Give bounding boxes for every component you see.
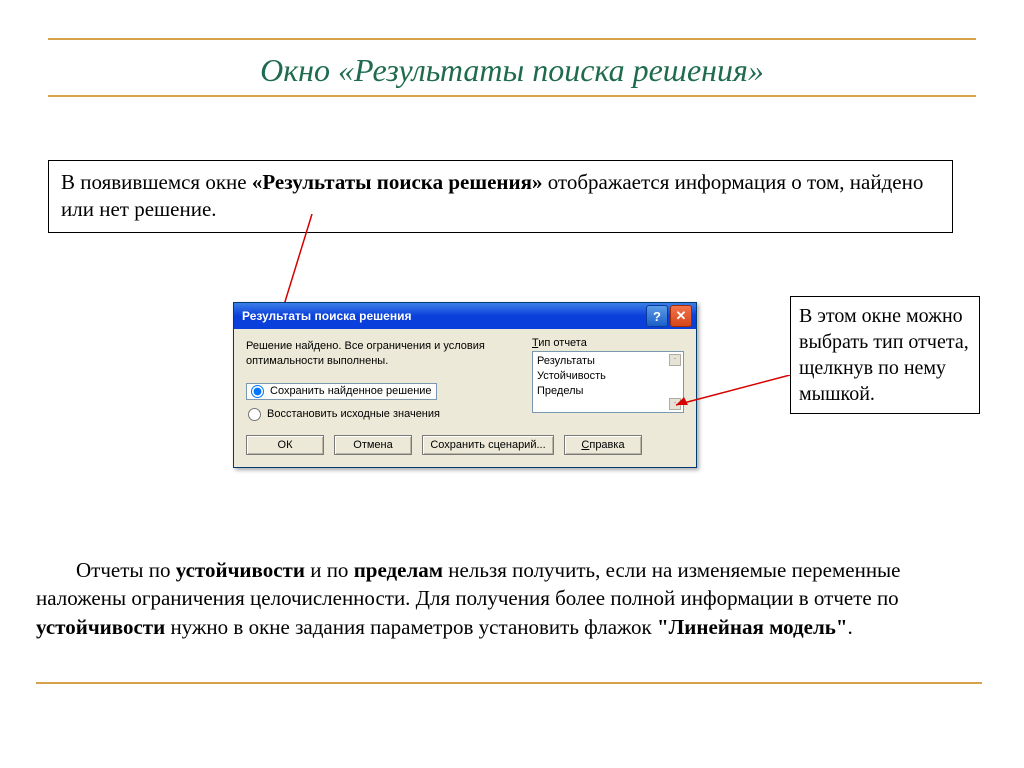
- side-note-box: В этом окне можно выбрать тип отчета, ще…: [790, 296, 980, 414]
- rule-bottom: [36, 682, 982, 684]
- scroll-up-icon[interactable]: ·: [669, 354, 681, 366]
- dialog-titlebar[interactable]: Результаты поиска решения ? ✕: [234, 303, 696, 329]
- bb1: устойчивости: [176, 558, 305, 582]
- bt1: Отчеты по: [76, 558, 176, 582]
- report-item-results[interactable]: Результаты: [537, 354, 679, 369]
- radio-save-solution[interactable]: Сохранить найденное решение: [246, 383, 437, 400]
- help-icon[interactable]: ?: [646, 305, 668, 327]
- slide-title-block: Окно «Результаты поиска решения»: [48, 30, 976, 97]
- bt5: .: [848, 615, 853, 639]
- rule-top: [48, 38, 976, 40]
- report-item-limits[interactable]: Пределы: [537, 384, 679, 399]
- intro-text-box: В появившемся окне «Результаты поиска ре…: [48, 160, 953, 233]
- radio-save-label: Сохранить найденное решение: [270, 385, 432, 397]
- report-type-listbox[interactable]: Результаты Устойчивость Пределы · ·: [532, 351, 684, 413]
- dialog-button-row: ОК Отмена Сохранить сценарий... Справка: [246, 435, 684, 455]
- report-type-group: Тип отчета Результаты Устойчивость Преде…: [532, 337, 684, 413]
- radio-restore-input[interactable]: [248, 408, 261, 421]
- rule-under-title: [48, 95, 976, 97]
- intro-bold: «Результаты поиска решения»: [252, 170, 543, 194]
- cancel-button[interactable]: Отмена: [334, 435, 412, 455]
- ok-button[interactable]: ОК: [246, 435, 324, 455]
- close-icon[interactable]: ✕: [670, 305, 692, 327]
- help-button[interactable]: Справка: [564, 435, 642, 455]
- intro-pre: В появившемся окне: [61, 170, 252, 194]
- slide-title: Окно «Результаты поиска решения»: [48, 52, 976, 89]
- radio-save-input[interactable]: [251, 385, 264, 398]
- radio-restore-label: Восстановить исходные значения: [267, 408, 440, 420]
- save-scenario-button[interactable]: Сохранить сценарий...: [422, 435, 554, 455]
- scroll-down-icon[interactable]: ·: [669, 398, 681, 410]
- dialog-body: Решение найдено. Все ограничения и услов…: [234, 329, 696, 467]
- bb2: пределам: [354, 558, 443, 582]
- dialog-title-text: Результаты поиска решения: [242, 309, 411, 323]
- solver-results-dialog: Результаты поиска решения ? ✕ Решение на…: [233, 302, 697, 468]
- bottom-paragraph: Отчеты по устойчивости и по пределам нел…: [36, 556, 982, 641]
- bt4: нужно в окне задания параметров установи…: [165, 615, 657, 639]
- status-message: Решение найдено. Все ограничения и услов…: [246, 339, 501, 369]
- report-type-label: Тип отчета: [532, 337, 684, 349]
- report-item-stability[interactable]: Устойчивость: [537, 369, 679, 384]
- bt2: и по: [305, 558, 354, 582]
- bb4: "Линейная модель": [657, 615, 848, 639]
- side-note-text: В этом окне можно выбрать тип отчета, ще…: [799, 305, 969, 405]
- bb3: устойчивости: [36, 615, 165, 639]
